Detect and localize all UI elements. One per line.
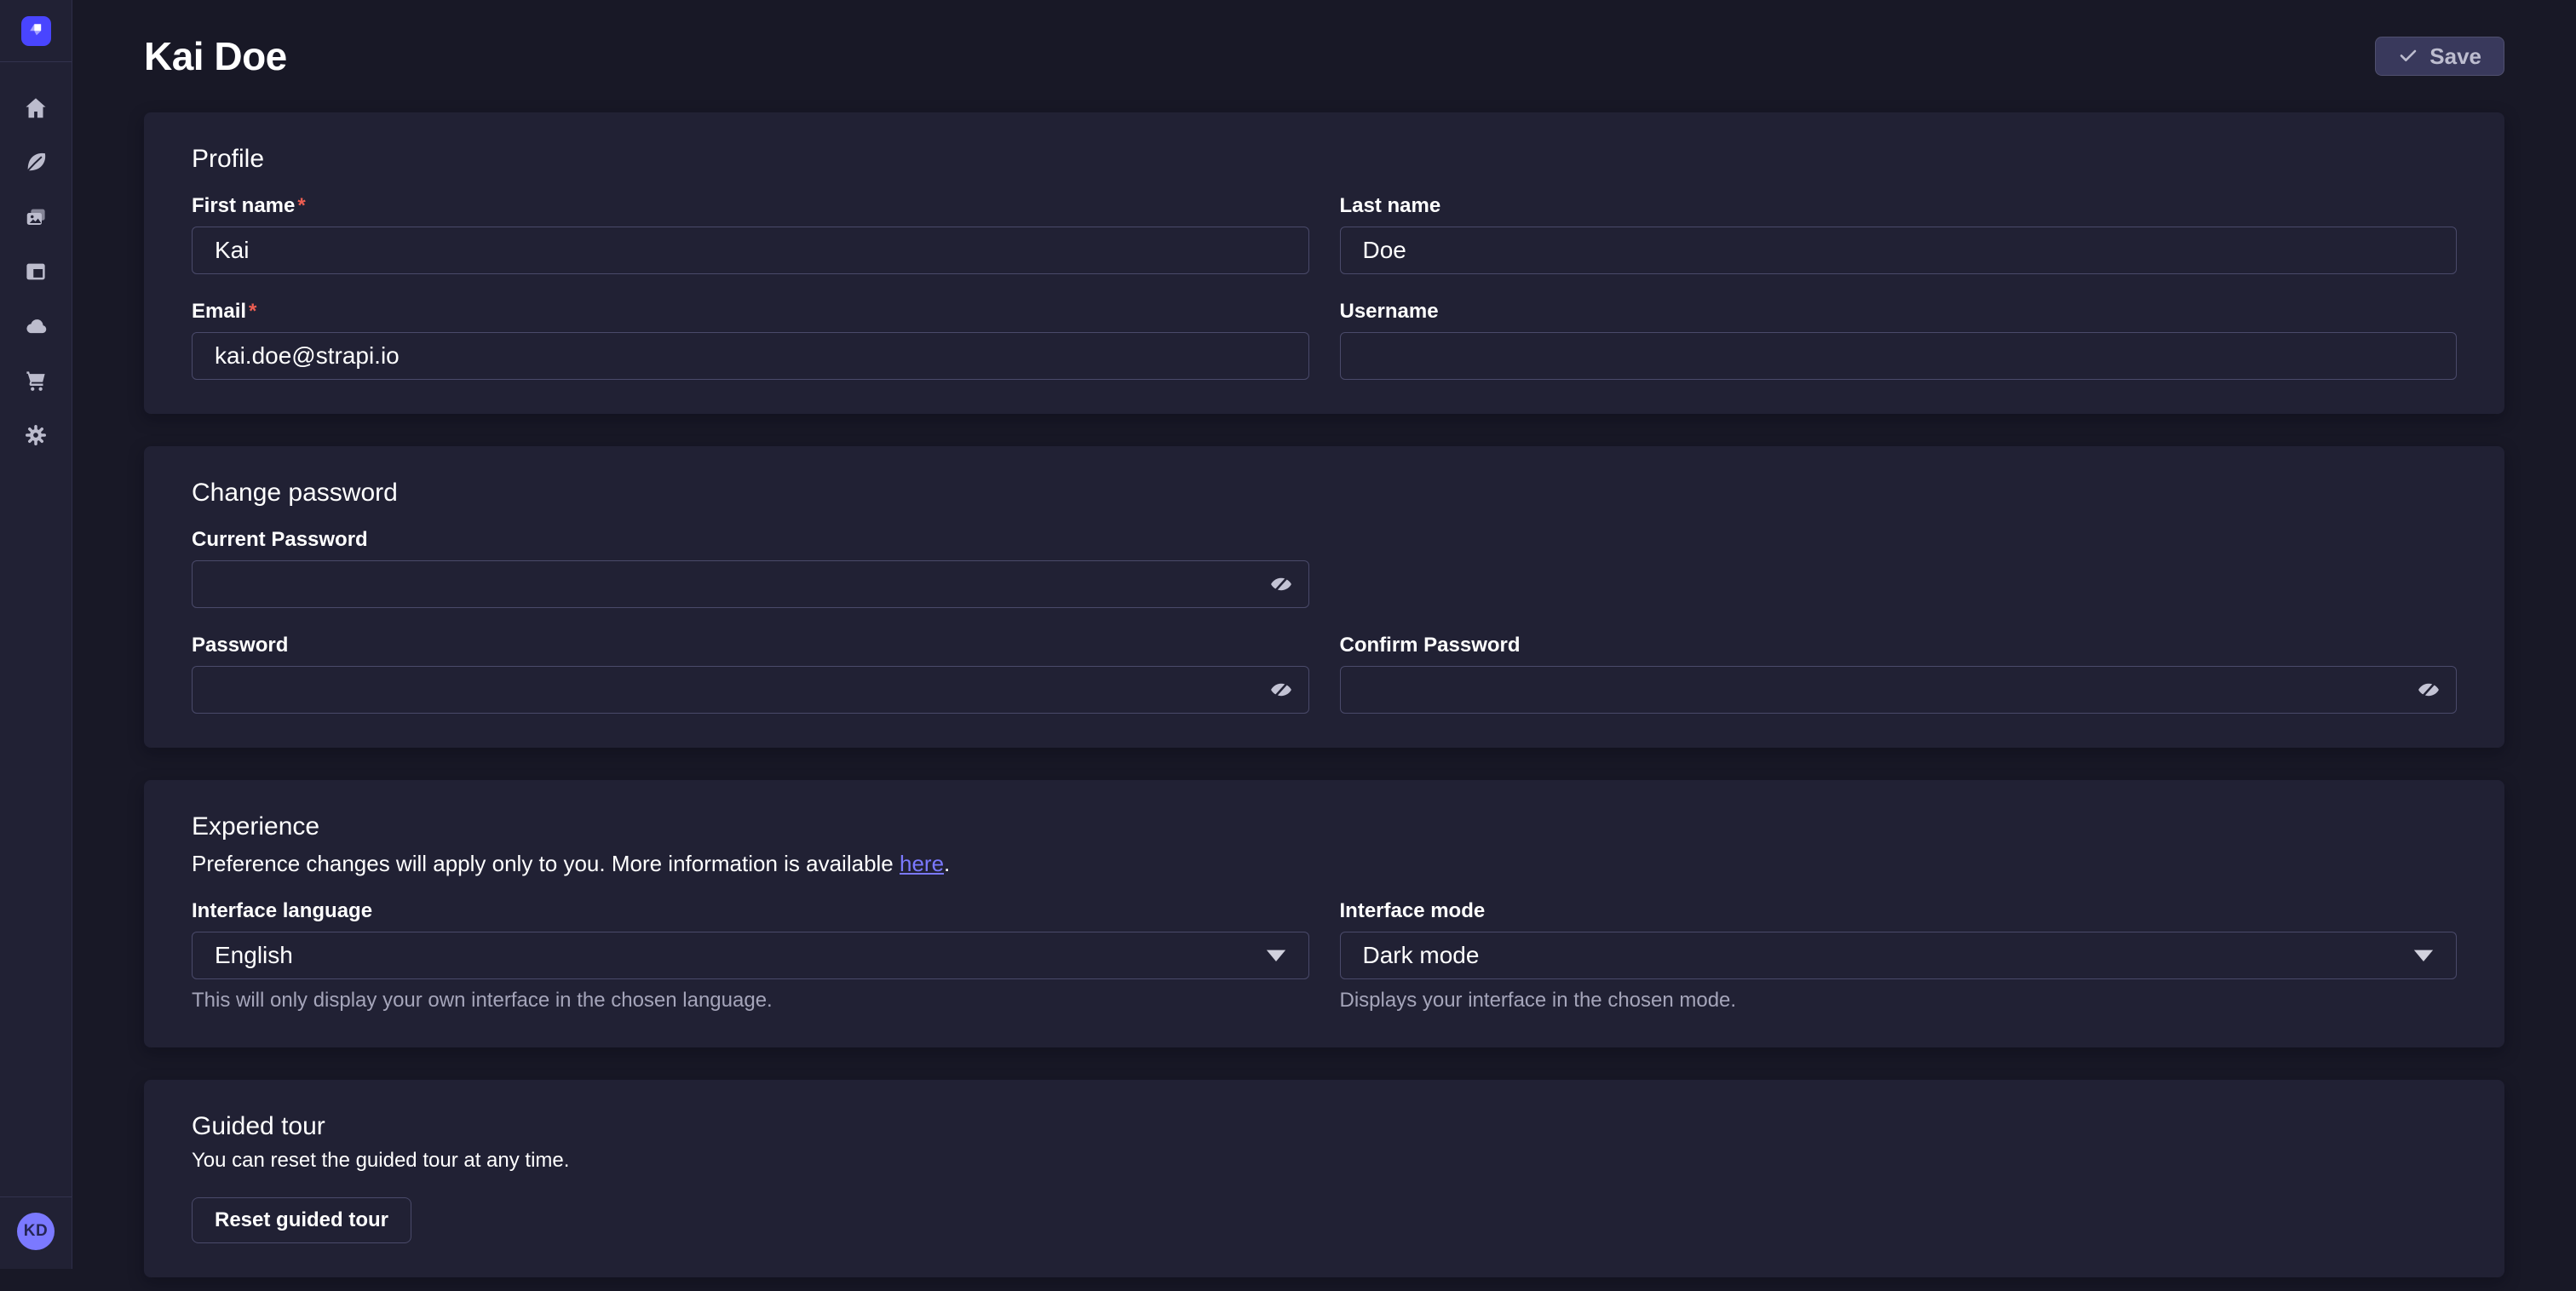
current-password-input[interactable] [192, 560, 1309, 608]
page-header: Kai Doe Save [144, 32, 2504, 80]
interface-language-helper: This will only display your own interfac… [192, 988, 1309, 1013]
interface-language-select[interactable]: English [192, 932, 1309, 979]
pictures-icon [23, 204, 49, 234]
last-name-label: Last name [1340, 194, 2458, 218]
guided-tour-heading: Guided tour [192, 1110, 2457, 1143]
save-button-label: Save [2429, 43, 2481, 70]
chevron-down-icon [1266, 949, 1286, 962]
layout-icon [23, 259, 49, 289]
last-name-field: Last name [1340, 194, 2458, 274]
interface-mode-value: Dark mode [1363, 942, 1480, 969]
change-password-card: Change password Current Password [144, 446, 2504, 748]
email-label: Email* [192, 300, 1309, 324]
username-field: Username [1340, 300, 2458, 380]
sidebar-item-home[interactable] [0, 83, 72, 137]
required-asterisk: * [297, 194, 305, 217]
more-information-link[interactable]: here [900, 851, 944, 876]
current-password-label: Current Password [192, 528, 1309, 552]
confirm-password-field: Confirm Password [1340, 634, 2458, 714]
home-icon [23, 95, 49, 125]
toggle-current-password-visibility-button[interactable] [1262, 565, 1301, 604]
cart-icon [23, 368, 49, 398]
sidebar-item-content-manager[interactable] [0, 137, 72, 192]
username-input[interactable] [1340, 332, 2458, 380]
check-icon [2398, 46, 2418, 66]
email-field: Email* [192, 300, 1309, 380]
strapi-logo[interactable] [21, 16, 51, 46]
save-button[interactable]: Save [2375, 37, 2504, 76]
sidebar-footer: KD [0, 1196, 72, 1269]
first-name-input[interactable] [192, 227, 1309, 274]
sidebar: KD [0, 0, 72, 1269]
current-password-field: Current Password [192, 528, 1309, 608]
sidebar-logo-section [0, 0, 72, 62]
sidebar-item-content-type-builder[interactable] [0, 246, 72, 301]
password-input[interactable] [192, 666, 1309, 714]
eye-slash-icon [1269, 572, 1293, 596]
email-input[interactable] [192, 332, 1309, 380]
confirm-password-input[interactable] [1340, 666, 2458, 714]
reset-guided-tour-button[interactable]: Reset guided tour [192, 1197, 411, 1243]
interface-mode-select[interactable]: Dark mode [1340, 932, 2458, 979]
profile-heading: Profile [192, 143, 2457, 175]
first-name-field: First name* [192, 194, 1309, 274]
guided-tour-card: Guided tour You can reset the guided tou… [144, 1080, 2504, 1277]
experience-subtitle: Preference changes will apply only to yo… [192, 850, 2457, 877]
interface-mode-field: Interface mode Dark mode Displays your i… [1340, 899, 2458, 1013]
password-label: Password [192, 634, 1309, 657]
change-password-heading: Change password [192, 477, 2457, 509]
toggle-password-visibility-button[interactable] [1262, 670, 1301, 709]
new-password-field: Password [192, 634, 1309, 714]
sidebar-nav [0, 62, 72, 464]
interface-language-label: Interface language [192, 899, 1309, 923]
sidebar-item-settings[interactable] [0, 410, 72, 464]
first-name-label: First name* [192, 194, 1309, 218]
sidebar-item-cloud[interactable] [0, 301, 72, 355]
last-name-input[interactable] [1340, 227, 2458, 274]
interface-language-field: Interface language English This will onl… [192, 899, 1309, 1013]
main-content: Kai Doe Save Profile First name* [72, 0, 2576, 1291]
page-title: Kai Doe [144, 32, 287, 80]
username-label: Username [1340, 300, 2458, 324]
interface-language-value: English [215, 942, 293, 969]
toggle-confirm-password-visibility-button[interactable] [2409, 670, 2448, 709]
chevron-down-icon [2413, 949, 2434, 962]
cloud-icon [23, 313, 49, 343]
interface-mode-helper: Displays your interface in the chosen mo… [1340, 988, 2458, 1013]
confirm-password-label: Confirm Password [1340, 634, 2458, 657]
profile-card: Profile First name* Last name Email* [144, 112, 2504, 414]
gear-icon [23, 422, 49, 452]
user-avatar[interactable]: KD [17, 1213, 55, 1250]
eye-slash-icon [1269, 678, 1293, 702]
guided-tour-description: You can reset the guided tour at any tim… [192, 1148, 2457, 1173]
required-asterisk: * [249, 300, 256, 323]
sidebar-item-media-library[interactable] [0, 192, 72, 246]
strapi-logo-icon [26, 19, 46, 43]
eye-slash-icon [2417, 678, 2441, 702]
interface-mode-label: Interface mode [1340, 899, 2458, 923]
experience-heading: Experience [192, 811, 2457, 843]
cards-container: Profile First name* Last name Email* [144, 112, 2504, 1291]
sidebar-item-marketplace[interactable] [0, 355, 72, 410]
experience-card: Experience Preference changes will apply… [144, 780, 2504, 1047]
feather-icon [23, 150, 49, 180]
